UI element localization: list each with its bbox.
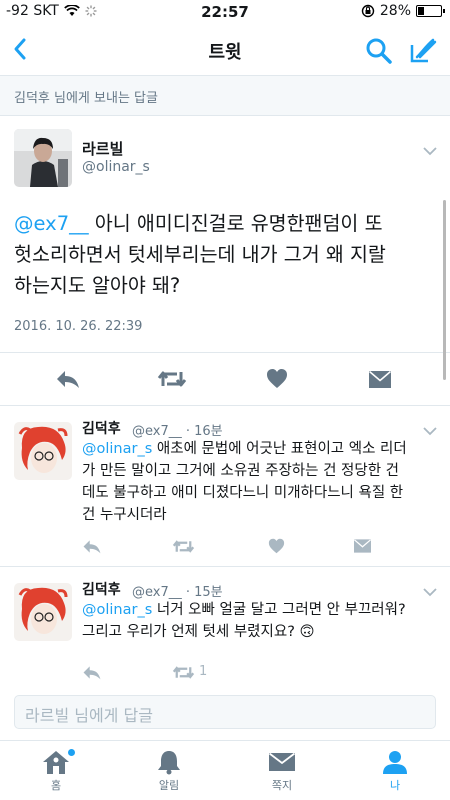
compose-tweet-icon[interactable] [408, 36, 438, 66]
author-handle[interactable]: @ex7__ [132, 585, 182, 600]
status-bar: -92 SKT 22:57 28% [0, 0, 450, 24]
reply-tweet: 김덕후 @ex7__ · 16분 @olinar_s 애초에 문법에 어긋난 표… [0, 406, 450, 567]
avatar[interactable] [14, 422, 72, 480]
tweet-text-line: 가 만든 말이고 그거에 소유권 주장하는 건 정당한 건 [82, 463, 400, 479]
scrollbar[interactable] [443, 200, 446, 380]
tweet-text: @olinar_s 애초에 문법에 어긋난 표현이고 엑소 리더 가 만든 말이… [82, 438, 440, 526]
author-name[interactable]: 김덕후 [82, 579, 121, 599]
home-icon [43, 751, 69, 774]
notification-dot [68, 749, 75, 756]
retweet-icon[interactable] [157, 369, 187, 389]
envelope-icon [268, 752, 296, 771]
author-name[interactable]: 라르빌 [82, 138, 123, 159]
tab-label: 홈 [50, 779, 62, 792]
reply-tweet: 김덕후 @ex7__ · 15분 @olinar_s 너거 오빠 얼굴 달고 그… [0, 567, 450, 687]
author-handle[interactable]: @olinar_s [82, 159, 150, 175]
tweet-meta: @ex7__ · 16분 [132, 420, 223, 439]
tweet-text-line: 헛소리하면서 텃세부리는데 내가 그거 왜 지랄 [14, 243, 386, 266]
chevron-down-icon[interactable] [423, 426, 437, 436]
avatar[interactable] [14, 129, 72, 187]
reply-icon[interactable] [82, 538, 102, 555]
battery-fill [418, 7, 424, 15]
user-profile-icon [383, 751, 407, 774]
tweet-text-line: 아니 애미디진걸로 유명한팬덤이 또 [88, 212, 383, 235]
avatar-photo [14, 129, 72, 187]
reply-context-banner: 김덕후 님에게 보내는 답글 [0, 76, 450, 116]
battery-icon [416, 5, 445, 17]
main-tweet: 라르빌 @olinar_s @ex7__ 아니 애미디진걸로 유명한팬덤이 또 … [0, 116, 450, 406]
tab-messages[interactable]: 쪽지 [247, 749, 317, 793]
tab-label: 쪽지 [271, 779, 293, 792]
tweet-text-line: 데도 불구하고 애미 디졌다느니 미개하다느니 욕질 한 [82, 485, 404, 501]
tab-me[interactable]: 나 [360, 749, 430, 793]
tweet-text: @ex7__ 아니 애미디진걸로 유명한팬덤이 또 헛소리하면서 텃세부리는데 … [14, 208, 434, 301]
direct-message-icon[interactable] [354, 539, 371, 553]
nav-bar: 트윗 [0, 24, 450, 76]
tab-label: 나 [389, 779, 401, 792]
author-handle[interactable]: @ex7__ [132, 424, 182, 439]
tweet-age: · 15분 [185, 585, 223, 600]
tweet-text-line: 하는지도 알아야 돼? [14, 274, 181, 297]
retweet-icon[interactable] [172, 539, 195, 554]
bell-icon [158, 751, 180, 775]
tab-notifications[interactable]: 알림 [134, 749, 204, 793]
tweet-text-line: 그리고 우리가 언제 텃세 부렸지요? 🙃 [82, 624, 315, 640]
avatar[interactable] [14, 583, 72, 641]
tweet-actions: 1 [82, 664, 442, 682]
tweet-text-line: 애초에 문법에 어긋난 표현이고 엑소 리더 [152, 441, 407, 457]
retweet-count: 1 [199, 664, 208, 679]
rotation-lock-icon [361, 4, 375, 18]
mention-link[interactable]: @olinar_s [82, 441, 152, 457]
tab-label: 알림 [158, 779, 180, 792]
search-icon[interactable] [364, 36, 394, 66]
tweet-timestamp: 2016. 10. 26. 22:39 [14, 319, 143, 334]
tab-home[interactable]: 홈 [21, 749, 91, 793]
tab-bar: 홈 알림 쪽지 나 [0, 740, 450, 800]
battery-percent: 28% [379, 3, 411, 19]
divider [0, 352, 450, 353]
tweet-text-line: 너거 오빠 얼굴 달고 그러면 안 부끄러워? [152, 602, 406, 618]
mention-link[interactable]: @olinar_s [82, 602, 152, 618]
author-name[interactable]: 김덕후 [82, 418, 121, 438]
like-heart-icon[interactable] [268, 538, 285, 554]
tweet-age: · 16분 [185, 424, 223, 439]
reply-icon[interactable] [55, 368, 81, 390]
chevron-down-icon[interactable] [423, 146, 437, 156]
tweet-meta: @ex7__ · 15분 [132, 581, 223, 600]
status-right: 28% [361, 3, 445, 19]
retweet-icon[interactable] [172, 665, 195, 680]
like-heart-icon[interactable] [266, 368, 288, 389]
chevron-down-icon[interactable] [423, 587, 437, 597]
direct-message-icon[interactable] [369, 371, 391, 388]
tweet-text: @olinar_s 너거 오빠 얼굴 달고 그러면 안 부끄러워? 그리고 우리… [82, 599, 440, 643]
avatar-illustration [14, 583, 72, 641]
reply-input[interactable]: 라르빌 님에게 답글 [14, 695, 436, 729]
avatar-illustration [14, 422, 72, 480]
reply-icon[interactable] [82, 664, 102, 681]
tweet-text-line: 건 누구시더라 [82, 507, 167, 523]
mention-link[interactable]: @ex7__ [14, 212, 89, 235]
tweet-actions [82, 538, 442, 556]
